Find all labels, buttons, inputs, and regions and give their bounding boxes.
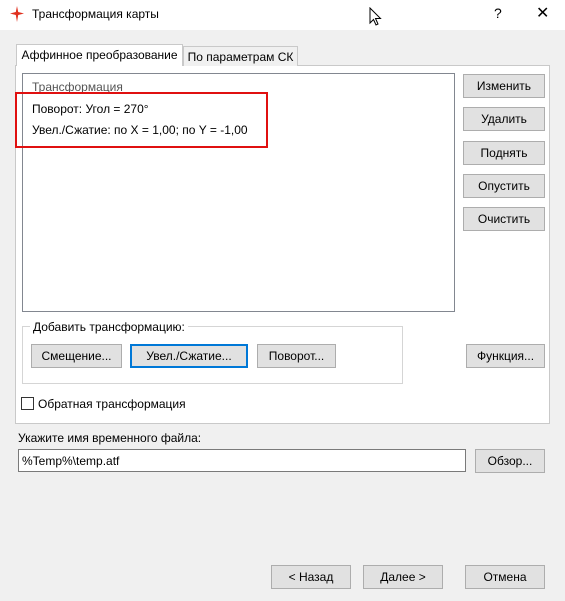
move-down-button[interactable]: Опустить	[463, 174, 545, 198]
delete-button[interactable]: Удалить	[463, 107, 545, 131]
browse-button[interactable]: Обзор...	[475, 449, 545, 473]
add-transform-label: Добавить трансформацию:	[30, 320, 188, 334]
tab-cs-params[interactable]: По параметрам СК	[183, 46, 298, 66]
temp-file-label: Укажите имя временного файла:	[18, 431, 202, 445]
shift-button[interactable]: Смещение...	[31, 344, 122, 368]
red-highlight-box	[15, 92, 268, 148]
cancel-button[interactable]: Отмена	[465, 565, 545, 589]
inverse-checkbox[interactable]	[21, 397, 34, 410]
help-button[interactable]: ?	[494, 5, 502, 21]
rotate-button[interactable]: Поворот...	[257, 344, 336, 368]
scale-button[interactable]: Увел./Сжатие...	[130, 344, 248, 368]
app-icon	[10, 6, 24, 22]
move-up-button[interactable]: Поднять	[463, 141, 545, 165]
tab-affine[interactable]: Аффинное преобразование	[16, 44, 183, 66]
mouse-cursor-icon	[369, 7, 382, 26]
clear-button[interactable]: Очистить	[463, 207, 545, 231]
function-button[interactable]: Функция...	[466, 344, 545, 368]
window-title: Трансформация карты	[32, 7, 159, 21]
back-button[interactable]: < Назад	[271, 565, 351, 589]
next-button[interactable]: Далее >	[363, 565, 443, 589]
change-button[interactable]: Изменить	[463, 74, 545, 98]
inverse-checkbox-label[interactable]: Обратная трансформация	[38, 397, 186, 411]
close-button[interactable]: ✕	[536, 3, 549, 23]
temp-file-input[interactable]	[18, 449, 466, 472]
